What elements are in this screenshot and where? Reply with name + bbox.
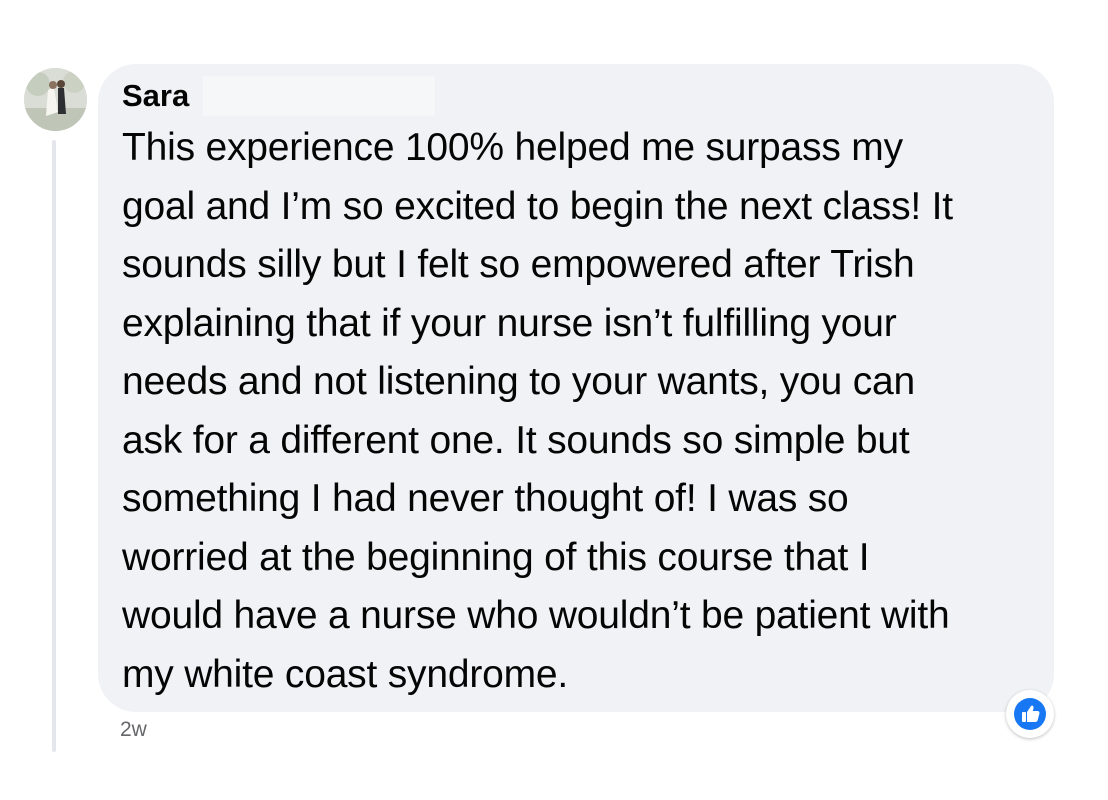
like-icon: [1014, 698, 1046, 730]
timestamp[interactable]: 2w: [120, 718, 147, 742]
avatar-photo: [24, 68, 87, 131]
like-reaction-button[interactable]: [1006, 690, 1054, 738]
author-badge-placeholder: [203, 76, 436, 116]
comment-header: Sara: [122, 76, 1030, 116]
comment-text: This experience 100% helped me surpass m…: [122, 126, 953, 696]
thread-line: [52, 140, 56, 752]
comment-bubble: Sara This experience 100% helped me surp…: [98, 64, 1054, 712]
author-name[interactable]: Sara: [122, 78, 189, 114]
avatar[interactable]: [24, 68, 87, 131]
